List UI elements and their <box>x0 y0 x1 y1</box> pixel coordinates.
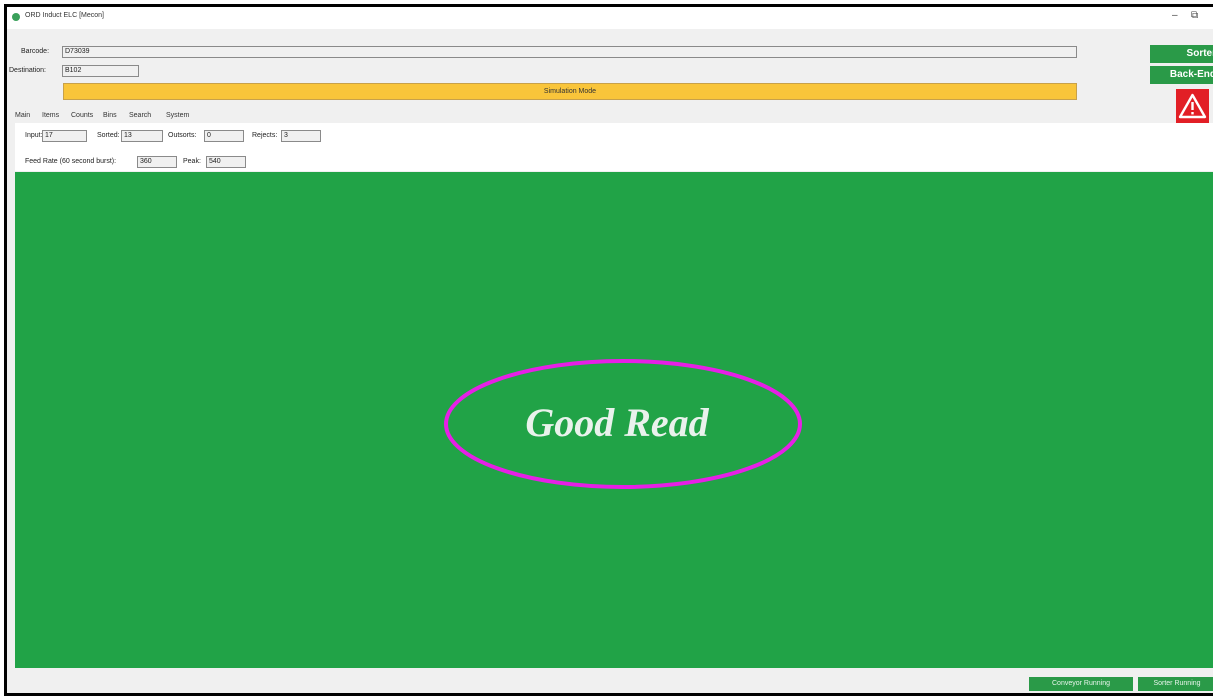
tab-main[interactable]: Main <box>15 112 30 119</box>
tab-items[interactable]: Items <box>42 112 59 119</box>
warning-button[interactable] <box>1176 89 1209 123</box>
sorted-label: Sorted: <box>97 132 120 139</box>
sorted-count-field: 13 <box>121 130 163 142</box>
read-status-message: Good Read <box>525 400 709 445</box>
feed-rate-field: 360 <box>137 156 177 168</box>
barcode-field[interactable]: D73039 <box>62 46 1077 58</box>
tab-search[interactable]: Search <box>129 112 151 119</box>
restore-button[interactable]: ⧉ <box>1191 10 1198 21</box>
counts-panel: Input: 17 Sorted: 13 Outsorts: 0 Rejects… <box>15 123 1213 171</box>
back-end-button[interactable]: Back-End <box>1150 66 1213 84</box>
rejects-count-field: 3 <box>281 130 321 142</box>
sorter-status: Sorter Running <box>1138 677 1213 691</box>
window-title: ORD Induct ELC [Mecon] <box>25 12 104 19</box>
destination-label: Destination: <box>9 67 46 74</box>
title-bar: ORD Induct ELC [Mecon] – ⧉ <box>7 7 1213 29</box>
feed-rate-label: Feed Rate (60 second burst): <box>25 158 117 165</box>
tab-bins[interactable]: Bins <box>103 112 117 119</box>
outsorts-label: Outsorts: <box>168 132 197 139</box>
app-window: ORD Induct ELC [Mecon] – ⧉ Barcode: D730… <box>4 4 1213 696</box>
simulation-mode-banner: Simulation Mode <box>63 83 1077 100</box>
rejects-label: Rejects: <box>252 132 278 139</box>
tab-counts[interactable]: Counts <box>71 112 93 119</box>
conveyor-status: Conveyor Running <box>1029 677 1133 691</box>
sorter-button[interactable]: Sorter <box>1150 45 1213 63</box>
warning-triangle-icon <box>1178 93 1207 119</box>
outsorts-count-field: 0 <box>204 130 244 142</box>
input-count-field: 17 <box>42 130 87 142</box>
peak-field: 540 <box>206 156 246 168</box>
destination-field[interactable]: B102 <box>62 65 139 77</box>
input-label: Input: <box>25 132 43 139</box>
barcode-label: Barcode: <box>21 48 50 55</box>
tab-system[interactable]: System <box>166 112 189 119</box>
minimize-button[interactable]: – <box>1172 10 1178 21</box>
peak-label: Peak: <box>183 158 201 165</box>
app-icon <box>12 13 20 21</box>
